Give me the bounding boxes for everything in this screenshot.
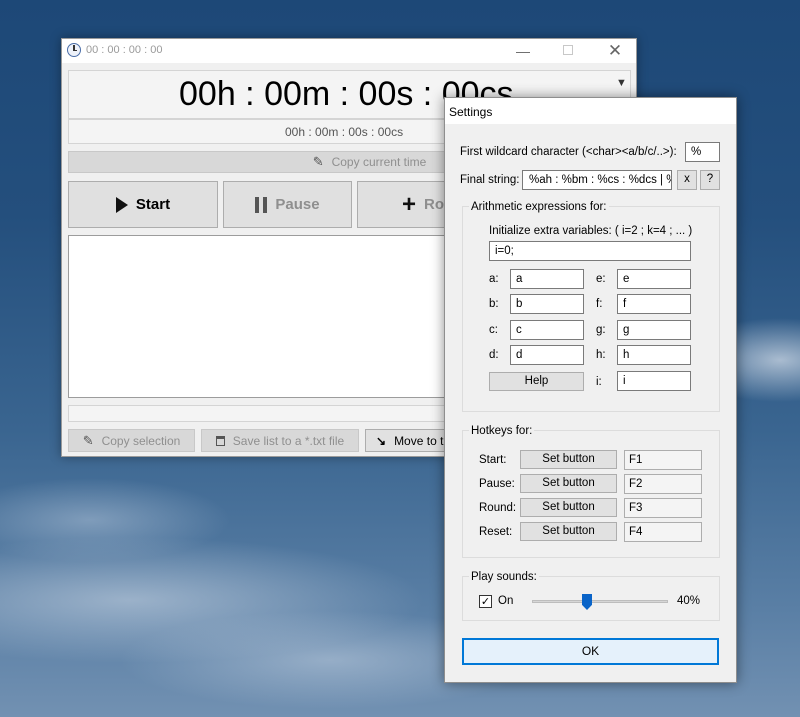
sounds-group-label: Play sounds: <box>469 571 539 583</box>
volume-slider[interactable] <box>532 592 668 612</box>
ok-button[interactable]: OK <box>462 638 719 665</box>
var-a-input[interactable]: a <box>510 269 584 289</box>
init-variables-label: Initialize extra variables: ( i=2 ; k=4 … <box>489 225 693 237</box>
start-label: Start <box>135 196 171 213</box>
floppy-disk-icon <box>215 435 225 446</box>
dropdown-arrow-icon[interactable]: ▼ <box>616 77 627 89</box>
wildcard-label: First wildcard character (<char><a/b/c/.… <box>460 146 677 158</box>
volume-slider-thumb[interactable] <box>582 594 592 610</box>
clock-icon <box>67 43 81 57</box>
copy-current-time-label: Copy current time <box>331 155 427 169</box>
save-list-button[interactable]: Save list to a *.txt file <box>201 429 359 452</box>
settings-title: Settings <box>449 105 493 119</box>
hotkeys-group-label: Hotkeys for: <box>469 425 535 437</box>
var-d-label: d: <box>489 349 499 361</box>
sounds-on-checkbox[interactable]: ✓ <box>479 595 492 608</box>
var-d-input[interactable]: d <box>510 345 584 365</box>
final-string-input[interactable]: %ah : %bm : %cs : %dcs | % <box>522 170 672 190</box>
var-i-label: i: <box>596 376 602 388</box>
settings-dialog: Settings First wildcard character (<char… <box>444 97 737 683</box>
pause-label: Pause <box>275 196 320 213</box>
hotkey-start-label: Start: <box>479 454 507 466</box>
round-hotkey-field[interactable]: F3 <box>624 498 702 518</box>
pause-icon <box>255 196 268 213</box>
move-label: Move to th <box>394 433 451 448</box>
hotkey-pause-label: Pause: <box>479 478 515 490</box>
var-c-label: c: <box>489 324 498 336</box>
close-button[interactable]: ✕ <box>592 39 638 63</box>
round-label: Ro <box>424 196 445 213</box>
volume-percent: 40% <box>677 595 701 607</box>
var-e-input[interactable]: e <box>617 269 691 289</box>
wildcard-input[interactable]: % <box>685 142 720 162</box>
var-a-label: a: <box>489 273 499 285</box>
save-list-label: Save list to a *.txt file <box>232 433 345 448</box>
pencil-icon: ✎ <box>312 154 324 169</box>
var-g-label: g: <box>596 324 606 336</box>
init-variables-input[interactable]: i=0; <box>489 241 691 261</box>
hotkey-reset-label: Reset: <box>479 526 513 538</box>
final-string-help-button[interactable]: ? <box>700 170 720 190</box>
window-title: 00 : 00 : 00 : 00 <box>86 44 163 56</box>
copy-selection-label: Copy selection <box>101 433 181 448</box>
play-icon <box>115 196 128 213</box>
maximize-icon <box>563 45 573 55</box>
main-titlebar[interactable]: 00 : 00 : 00 : 00 — ✕ <box>62 39 636 63</box>
copy-selection-button[interactable]: ✎ Copy selection <box>68 429 195 452</box>
var-f-label: f: <box>596 298 603 310</box>
plus-icon: + <box>402 190 417 218</box>
var-f-input[interactable]: f <box>617 294 691 314</box>
set-start-hotkey-button[interactable]: Set button <box>520 450 617 469</box>
settings-titlebar[interactable]: Settings <box>445 98 736 124</box>
arrow-down-right-icon: ↘ <box>376 433 387 448</box>
hotkey-round-label: Round: <box>479 502 517 514</box>
clear-final-string-button[interactable]: x <box>677 170 697 190</box>
maximize-button[interactable] <box>546 39 592 63</box>
set-reset-hotkey-button[interactable]: Set button <box>520 522 617 541</box>
set-pause-hotkey-button[interactable]: Set button <box>520 474 617 493</box>
help-button[interactable]: Help <box>489 372 584 391</box>
start-button[interactable]: Start <box>68 181 218 228</box>
set-round-hotkey-button[interactable]: Set button <box>520 498 617 517</box>
var-h-label: h: <box>596 349 606 361</box>
var-g-input[interactable]: g <box>617 320 691 340</box>
var-b-input[interactable]: b <box>510 294 584 314</box>
var-h-input[interactable]: h <box>617 345 691 365</box>
var-i-input[interactable]: i <box>617 371 691 391</box>
pause-hotkey-field[interactable]: F2 <box>624 474 702 494</box>
var-b-label: b: <box>489 298 499 310</box>
move-to-top-button[interactable]: ↘ Move to th <box>365 429 455 452</box>
reset-hotkey-field[interactable]: F4 <box>624 522 702 542</box>
volume-slider-track <box>532 600 668 603</box>
sounds-on-label: On <box>498 595 514 607</box>
var-c-input[interactable]: c <box>510 320 584 340</box>
small-time-text: 00h : 00m : 00s : 00cs <box>285 125 404 139</box>
start-hotkey-field[interactable]: F1 <box>624 450 702 470</box>
pause-button[interactable]: Pause <box>223 181 352 228</box>
arithmetic-group-label: Arithmetic expressions for: <box>469 201 609 213</box>
minimize-button[interactable]: — <box>500 39 546 63</box>
final-string-label: Final string: <box>460 174 520 186</box>
var-e-label: e: <box>596 273 606 285</box>
pencil-icon: ✎ <box>82 432 94 448</box>
